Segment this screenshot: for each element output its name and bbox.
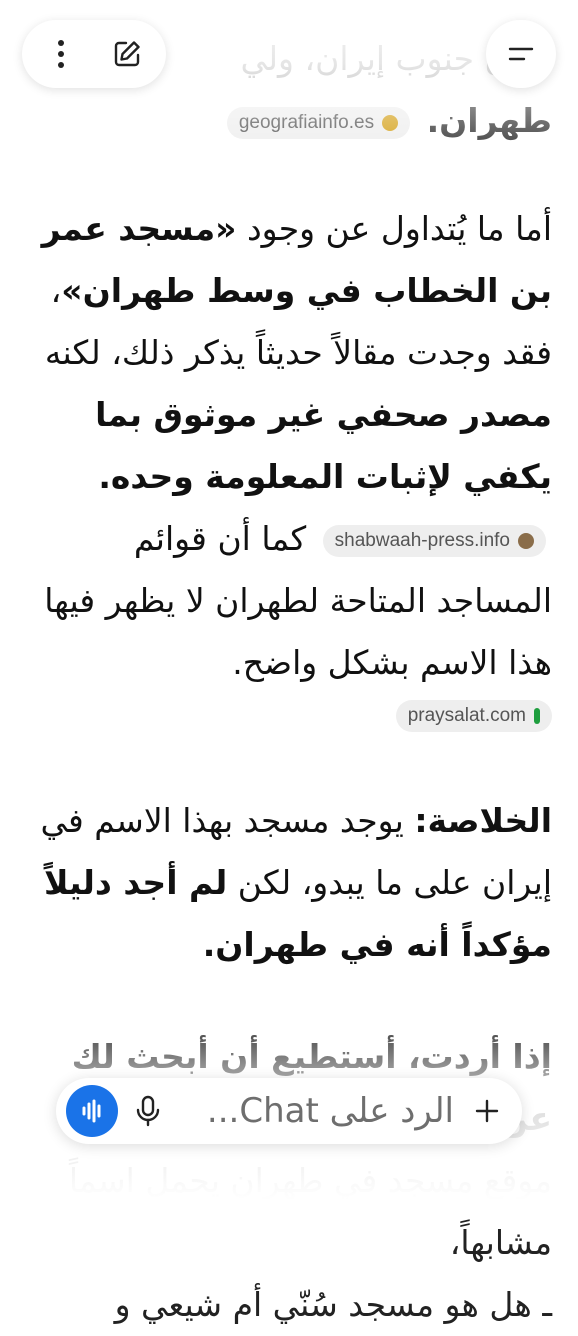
bold-segment: الخلاصة: [414, 801, 552, 840]
menu-icon [508, 47, 534, 61]
bold-segment: مصدر صحفي غير موثوق بما يكفي لإثبات المع… [95, 395, 552, 496]
reply-input-placeholder[interactable]: الرد على Chat... [178, 1091, 462, 1131]
citation-shabwaah-press[interactable]: shabwaah-press.info [322, 524, 546, 557]
paragraph-followup: إذا أردت، أستطيع أن أبحث لك عن موقع مسجد… [22, 1026, 552, 1336]
citation-label: geografiainfo.es [238, 111, 375, 133]
favicon-icon [382, 114, 399, 131]
edit-pen-icon[interactable] [99, 26, 155, 82]
followup-line-2: موقع مسجد في طهران يحمل اسماً مشابهاً، [68, 1161, 552, 1262]
citation-geografiainfo[interactable]: geografiainfo.es [226, 106, 411, 139]
add-button[interactable] [462, 1083, 512, 1139]
menu-button[interactable] [486, 20, 556, 88]
favicon-icon [534, 708, 540, 724]
favicon-icon [518, 532, 534, 549]
paragraph-mosque-report: أما ما يُتداول عن وجود «مسجد عمر بن الخط… [22, 198, 552, 694]
voice-waveform-icon [82, 1099, 101, 1123]
citation-label: praysalat.com [407, 705, 526, 726]
microphone-icon [136, 1095, 160, 1127]
chat-transcript: وغان جنوب إيران، ولي طهران. geografiainf… [0, 0, 578, 1324]
citation-row: praysalat.com [22, 700, 552, 732]
plus-icon [475, 1099, 499, 1123]
previous-line-2: طهران. [426, 101, 552, 140]
followup-line-3: ـ هل هو مسجد سُنّي أم شيعي و [114, 1285, 552, 1324]
top-actions-pill [22, 20, 166, 88]
citation-praysalat[interactable]: praysalat.com [395, 700, 552, 732]
voice-mode-button[interactable] [66, 1085, 118, 1137]
reply-input-bar[interactable]: الرد على Chat... [56, 1078, 522, 1144]
text-segment: أما ما يُتداول عن وجود [236, 209, 552, 248]
citation-label: shabwaah-press.info [334, 529, 510, 551]
more-vertical-icon[interactable] [33, 26, 89, 82]
paragraph-conclusion: الخلاصة: يوجد مسجد بهذا الاسم في إيران ع… [22, 790, 552, 976]
microphone-button[interactable] [118, 1083, 178, 1139]
